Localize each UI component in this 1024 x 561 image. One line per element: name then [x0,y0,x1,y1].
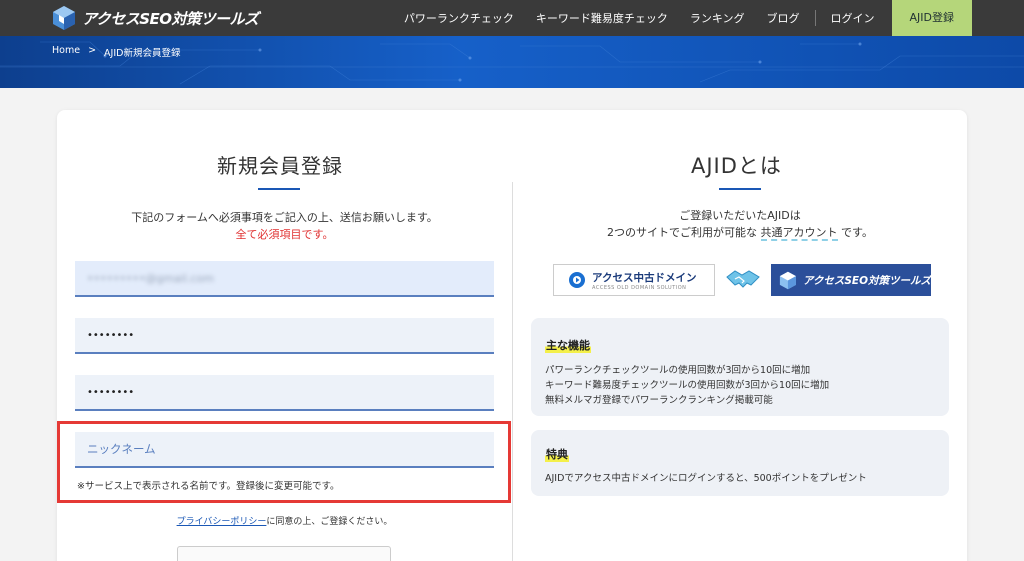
access-old-domain-logo[interactable]: アクセス中古ドメイン ACCESS OLD DOMAIN SOLUTION [553,264,715,296]
about-title: AJIDとは [691,154,782,178]
privacy-consent-text: に同意の上、ご登録ください。 [266,517,393,527]
password-value: •••••••• [87,329,135,341]
form-title-underline [258,188,300,190]
site-logo[interactable]: アクセスSEO対策ツールズ [52,4,259,32]
registration-card: 新規会員登録 下記のフォームへ必須事項をご記入の上、送信お願いします。 全て必須… [57,110,967,561]
nav-ranking[interactable]: ランキング [679,10,756,26]
bonus-text: AJIDでアクセス中古ドメインにログインすると、500ポイントをプレゼント [545,473,867,484]
common-account-highlight: 共通アカウント [760,226,838,241]
nav-power-rank-check[interactable]: パワーランクチェック [393,10,525,26]
required-notice: 全て必須項目です。 [235,228,334,241]
email-field[interactable]: •••••••••@gmail.com [75,261,494,297]
features-box: 主な機能 パワーランクチェックツールの使用回数が3回から10回に増加 キーワード… [531,318,949,416]
about-line2: 2つのサイトでご利用が可能な 共通アカウント です。 [513,224,967,241]
seo-tools-logo-name: アクセスSEO対策ツールズ [802,274,931,287]
breadcrumb-separator: > [88,45,97,56]
circuit-pattern [0,41,1024,85]
nickname-note: ※サービス上で表示される名前です。登録後に変更可能です。 [77,481,340,492]
feature-item: キーワード難易度チェックツールの使用回数が3回から10回に増加 [545,380,830,391]
handshake-icon [726,270,760,288]
old-domain-circle-icon [569,272,585,288]
password-confirm-field[interactable]: •••••••• [75,375,494,411]
recaptcha-widget[interactable] [177,546,391,561]
password-confirm-value: •••••••• [87,386,135,398]
nav-blog[interactable]: ブログ [756,10,811,26]
breadcrumb-home[interactable]: Home [52,45,80,59]
privacy-consent: プライバシーポリシーに同意の上、ご登録ください。 [57,514,512,527]
bonus-box: 特典 AJIDでアクセス中古ドメインにログインすると、500ポイントをプレゼント [531,430,949,496]
access-seo-tools-logo[interactable]: アクセスSEO対策ツールズ [771,264,931,296]
cube-logo-small-icon [779,271,796,289]
features-title: 主な機能 [545,337,591,353]
nickname-placeholder: ニックネーム [87,442,156,456]
breadcrumb: Home > AJID新規会員登録 [52,45,180,59]
hero-banner: Home > AJID新規会員登録 [0,36,1024,88]
privacy-policy-link[interactable]: プライバシーポリシー [177,517,267,527]
password-field[interactable]: •••••••• [75,318,494,354]
breadcrumb-current: AJID新規会員登録 [104,48,181,59]
about-line2-pre: 2つのサイトでご利用が可能な [607,226,761,239]
about-line1: ご登録いただいたAJIDは [679,209,801,222]
nav-divider [814,10,816,26]
about-title-underline [719,188,761,190]
feature-item: パワーランクチェックツールの使用回数が3回から10回に増加 [545,365,811,376]
old-domain-logo-sub: ACCESS OLD DOMAIN SOLUTION [592,284,687,291]
about-line2-post: です。 [837,226,873,239]
old-domain-logo-name: アクセス中古ドメイン [592,271,697,284]
top-navigation-bar: アクセスSEO対策ツールズ パワーランクチェック キーワード難易度チェック ラン… [0,0,1024,36]
bonus-title: 特典 [545,446,569,462]
login-link[interactable]: ログイン [820,10,886,26]
partner-logos: アクセス中古ドメイン ACCESS OLD DOMAIN SOLUTION アク… [553,264,931,296]
form-description: 下記のフォームへ必須事項をご記入の上、送信お願いします。 [131,211,438,224]
logo-text: アクセスSEO対策ツールズ [82,9,259,28]
nav-keyword-difficulty-check[interactable]: キーワード難易度チェック [525,10,679,26]
main-nav: パワーランクチェック キーワード難易度チェック ランキング ブログ ログイン A… [393,0,972,36]
nickname-field[interactable]: ニックネーム [75,432,494,468]
ajid-register-button[interactable]: AJID登録 [891,0,972,36]
email-value: •••••••••@gmail.com [87,271,214,285]
cube-logo-icon [53,6,75,30]
feature-item: 無料メルマガ登録でパワーランクランキング掲載可能 [545,395,773,406]
form-title: 新規会員登録 [217,154,343,178]
